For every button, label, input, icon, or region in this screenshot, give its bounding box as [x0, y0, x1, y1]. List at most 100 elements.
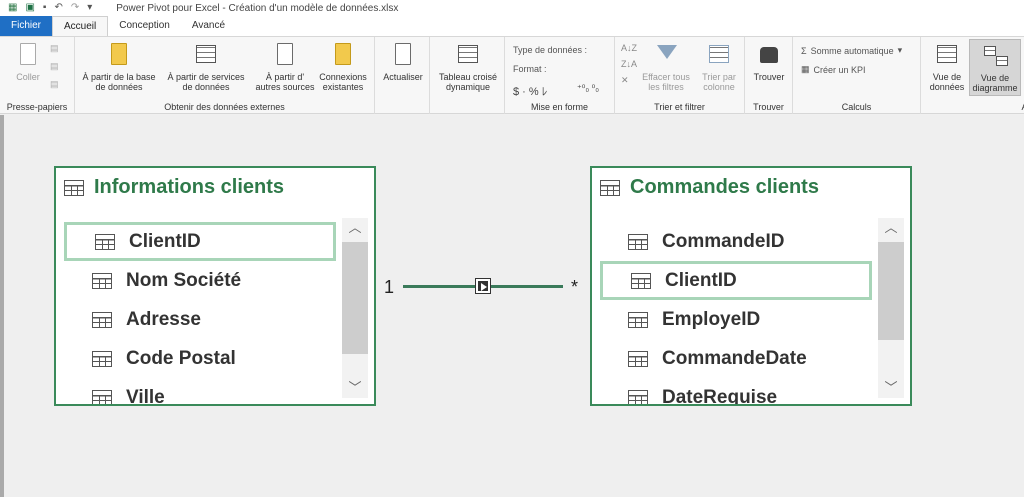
copy-icon[interactable]: ▤ [50, 43, 59, 54]
clear-sort-icon[interactable]: ✕ [621, 75, 629, 86]
relationship-one-label: 1 [384, 277, 395, 297]
existing-connections-label-2: existantes [322, 82, 364, 92]
column-icon [628, 233, 648, 250]
from-other-sources-label-1: À partir d' [265, 72, 305, 82]
relationship-many-label: * [571, 277, 579, 297]
tab-accueil[interactable]: Accueil [52, 16, 109, 36]
sort-by-column-icon [706, 41, 732, 69]
data-view-button[interactable]: Vue de données [925, 41, 969, 92]
field-employeid[interactable]: EmployeID [600, 300, 872, 339]
field-list: ClientID Nom Société Adresse Code Postal… [64, 222, 336, 404]
tab-conception[interactable]: Conception [108, 16, 181, 36]
format-dropdown[interactable]: Format : [513, 64, 547, 74]
undo-icon[interactable]: ↶ [54, 3, 62, 13]
existing-connections-button[interactable]: Connexions existantes [313, 41, 373, 92]
binoculars-icon [756, 41, 782, 69]
app-grid-icon[interactable]: ▦ [8, 3, 17, 13]
from-database-label-1: À partir de la base [82, 72, 156, 82]
from-data-services-button[interactable]: À partir de services de données [163, 41, 249, 92]
table-title: Informations clients [94, 176, 285, 198]
vertical-scrollbar[interactable]: ︿ ﹀ [342, 218, 368, 398]
paste-icon [15, 41, 41, 69]
quick-access-toolbar: ▦ ▣ ▪ ↶ ↷ ▾ [0, 3, 92, 13]
table-header[interactable]: Informations clients [64, 176, 284, 199]
refresh-button[interactable]: Actualiser [379, 41, 427, 82]
create-kpi-label: Créer un KPI [813, 64, 866, 75]
field-code-postal[interactable]: Code Postal [64, 339, 336, 378]
diagram-canvas[interactable]: Informations clients ClientID Nom Sociét… [0, 115, 1024, 497]
field-nom-societe[interactable]: Nom Société [64, 261, 336, 300]
from-database-label-2: de données [95, 82, 143, 92]
field-label: ClientID [129, 230, 201, 252]
relationship-arrow-icon[interactable] [475, 278, 491, 294]
find-button[interactable]: Trouver [749, 41, 789, 82]
pivot-table-button[interactable]: Tableau croisé dynamique [434, 41, 502, 92]
power-pivot-window: ▦ ▣ ▪ ↶ ↷ ▾ Power Pivot pour Excel - Cré… [0, 0, 1024, 497]
decimal-buttons[interactable]: ⁺⁰₀ ⁰₀ [577, 83, 599, 94]
column-icon [92, 272, 112, 289]
scroll-thumb[interactable] [342, 242, 368, 354]
other-sources-icon [272, 41, 298, 69]
field-commandeid[interactable]: CommandeID [600, 222, 872, 261]
group-label-view: Af [1010, 102, 1024, 112]
tab-fichier[interactable]: Fichier [0, 16, 53, 36]
table-informations-clients[interactable]: Informations clients ClientID Nom Sociét… [54, 166, 376, 406]
database-icon [106, 41, 132, 69]
redo-icon[interactable]: ↷ [71, 3, 79, 13]
data-type-dropdown[interactable]: Type de données : [513, 45, 587, 55]
group-calculations: Σ Somme automatique ▾ ▦ Créer un KPI Cal… [793, 37, 921, 114]
scroll-down-icon[interactable]: ﹀ [878, 378, 904, 398]
existing-connections-label-1: Connexions [319, 72, 367, 82]
currency-percent-buttons[interactable]: $ · % ﾚ [513, 83, 547, 99]
field-label: Nom Société [126, 269, 242, 291]
tab-avance[interactable]: Avancé [181, 16, 236, 36]
field-label: Adresse [126, 308, 201, 330]
sort-by-column-label-2: colonne [703, 82, 735, 92]
chevron-down-icon: ▾ [897, 45, 903, 55]
data-view-label-2: données [929, 82, 965, 92]
group-refresh: Actualiser [375, 37, 430, 114]
ribbon: Coller ▤ ▤ ▤ Presse-papiers À partir de … [0, 36, 1024, 114]
scroll-up-icon[interactable]: ︿ [342, 218, 368, 238]
create-kpi-button[interactable]: ▦ Créer un KPI [801, 64, 866, 75]
sort-za-icon[interactable]: Z↓A [621, 59, 637, 69]
scroll-thumb[interactable] [878, 242, 904, 340]
diagram-view-icon [982, 42, 1008, 70]
find-button-label: Trouver [753, 72, 785, 82]
customize-qat-icon[interactable]: ▾ [87, 3, 92, 13]
vertical-scrollbar[interactable]: ︿ ﹀ [878, 218, 904, 398]
format-painter-icon[interactable]: ▤ [50, 79, 59, 90]
from-other-sources-button[interactable]: À partir d' autres sources [253, 41, 317, 92]
field-label: Code Postal [126, 347, 236, 369]
save-icon[interactable]: ▪ [43, 3, 47, 13]
autosum-button[interactable]: Σ Somme automatique ▾ [801, 45, 902, 56]
data-services-icon [193, 41, 219, 69]
clear-all-filters-button[interactable]: Effacer tous les filtres [639, 41, 693, 92]
clear-all-filters-label-1: Effacer tous [642, 72, 690, 82]
sort-by-column-button[interactable]: Trier par colonne [695, 41, 743, 92]
from-database-button[interactable]: À partir de la base de données [77, 41, 161, 92]
scroll-up-icon[interactable]: ︿ [878, 218, 904, 238]
table-header[interactable]: Commandes clients [600, 176, 819, 199]
field-adresse[interactable]: Adresse [64, 300, 336, 339]
sort-az-icon[interactable]: A↓Z [621, 43, 637, 53]
cut-icon[interactable]: ▤ [50, 61, 59, 72]
field-commandedate[interactable]: CommandeDate [600, 339, 872, 378]
field-daterequise[interactable]: DateRequise [600, 378, 872, 404]
group-label-sort-filter: Trier et filtrer [654, 102, 705, 112]
field-clientid[interactable]: ClientID [600, 261, 872, 300]
table-icon [600, 179, 620, 196]
table-commandes-clients[interactable]: Commandes clients CommandeID ClientID Em… [590, 166, 912, 406]
field-label: DateRequise [662, 386, 778, 405]
field-clientid[interactable]: ClientID [64, 222, 336, 261]
field-ville[interactable]: Ville [64, 378, 336, 404]
title-bar: ▦ ▣ ▪ ↶ ↷ ▾ Power Pivot pour Excel - Cré… [0, 0, 1024, 16]
group-find: Trouver Trouver [745, 37, 793, 114]
group-clipboard: Coller ▤ ▤ ▤ Presse-papiers [0, 37, 75, 114]
group-sort-filter: A↓Z Z↓A ✕ Effacer tous les filtres Trier… [615, 37, 745, 114]
excel-icon[interactable]: ▣ [25, 3, 34, 13]
diagram-view-button[interactable]: Vue de diagramme [969, 39, 1021, 96]
paste-button[interactable]: Coller [10, 41, 46, 82]
scroll-down-icon[interactable]: ﹀ [342, 378, 368, 398]
table-title: Commandes clients [630, 176, 819, 198]
